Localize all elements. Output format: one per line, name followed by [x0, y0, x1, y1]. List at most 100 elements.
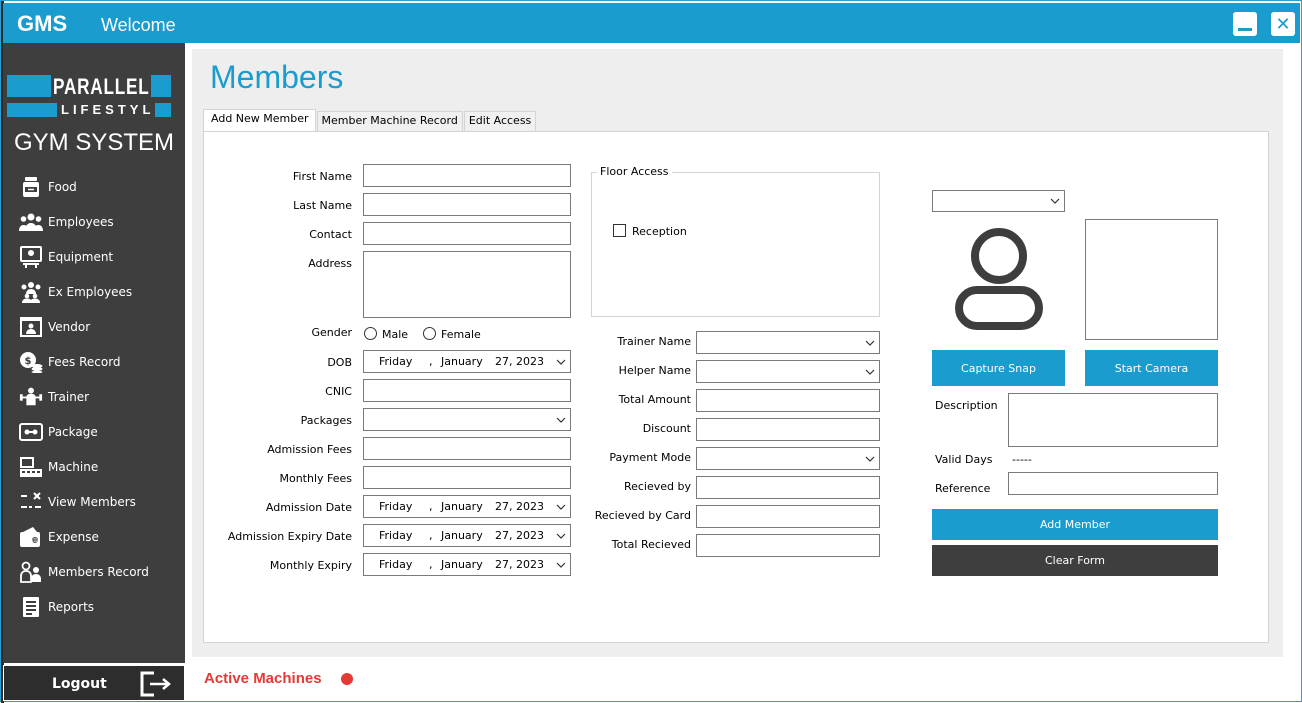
reception-checkbox[interactable] — [613, 224, 626, 237]
svg-text:@: @ — [32, 537, 38, 544]
logout-button[interactable]: Logout — [3, 665, 185, 701]
date-month: January — [441, 529, 483, 542]
photo-preview — [1085, 219, 1218, 340]
monthly-expiry-picker[interactable]: Friday , January 27, 2023 — [363, 553, 571, 576]
user-placeholder-icon — [949, 226, 1049, 332]
app-window: GMS Welcome ✕ PARALLEL LIFESTYLE GYM SYS… — [0, 0, 1302, 703]
date-day: Friday — [379, 558, 413, 571]
total-amount-input[interactable] — [696, 389, 880, 412]
gender-female-label: Female — [441, 328, 481, 341]
tab-add-new-member[interactable]: Add New Member — [203, 109, 316, 131]
recieved-by-card-input[interactable] — [696, 505, 880, 528]
dob-datepicker[interactable]: Friday , January 27, 2023 — [363, 350, 571, 373]
floor-access-group — [591, 172, 880, 317]
floor-access-title: Floor Access — [597, 165, 672, 178]
logout-label: Logout — [52, 676, 107, 692]
monthly-expiry-label: Monthly Expiry — [269, 559, 352, 572]
sidebar-item-label: Trainer — [48, 389, 90, 404]
last-name-input[interactable] — [363, 193, 571, 216]
sidebar-item-label: Reports — [48, 599, 95, 614]
contact-input[interactable] — [363, 222, 571, 245]
first-name-input[interactable] — [363, 164, 571, 187]
sidebar-item-label: Fees Record — [48, 354, 121, 369]
description-textarea[interactable] — [1008, 393, 1218, 447]
date-comma: , — [429, 529, 433, 542]
add-member-panel: First Name Last Name Contact Address Gen… — [203, 131, 1269, 643]
sidebar-item-package[interactable]: Package — [3, 414, 185, 449]
sidebar-item-label: Vendor — [48, 319, 91, 334]
ex-employees-icon — [19, 280, 43, 304]
reference-label: Reference — [935, 482, 991, 495]
vendor-icon — [19, 315, 43, 339]
capture-snap-button[interactable]: Capture Snap — [932, 350, 1065, 386]
sidebar-item-label: Equipment — [48, 249, 114, 264]
tab-edit-access[interactable]: Edit Access — [463, 111, 537, 131]
minimize-icon[interactable] — [1233, 12, 1257, 36]
admission-date-picker[interactable]: Friday , January 27, 2023 — [363, 495, 571, 518]
date-daynum-year: 27, 2023 — [495, 500, 544, 513]
reference-input[interactable] — [1008, 472, 1218, 495]
monthly-fees-input[interactable] — [363, 466, 571, 489]
gender-female-radio[interactable] — [423, 327, 436, 340]
gender-male-radio[interactable] — [364, 327, 377, 340]
total-recieved-input[interactable] — [696, 534, 880, 557]
packages-label: Packages — [300, 414, 352, 427]
date-day: Friday — [379, 355, 413, 368]
sidebar-item-label: Expense — [48, 529, 99, 544]
sidebar-item-equipment[interactable]: Equipment — [3, 239, 185, 274]
discount-input[interactable] — [696, 418, 880, 441]
packages-select[interactable] — [363, 408, 571, 431]
admission-fees-input[interactable] — [363, 437, 571, 460]
date-daynum-year: 27, 2023 — [495, 355, 544, 368]
total-recieved-label: Total Recieved — [611, 538, 691, 551]
sidebar-item-ex-employees[interactable]: Ex Employees — [3, 274, 185, 309]
sidebar-item-reports[interactable]: Reports — [3, 589, 185, 624]
sidebar-item-food[interactable]: Food — [3, 169, 185, 204]
logo-bottom-text: LIFESTYLE — [61, 102, 168, 117]
parallel-lifestyle-logo: PARALLEL LIFESTYLE — [7, 74, 171, 125]
sidebar-item-trainer[interactable]: Trainer — [3, 379, 185, 414]
chevron-down-icon — [865, 340, 875, 346]
wallet-icon: @ — [19, 525, 43, 549]
sidebar-item-expense[interactable]: @ Expense — [3, 519, 185, 554]
sidebar-item-employees[interactable]: Employees — [3, 204, 185, 239]
trainer-name-label: Trainer Name — [617, 335, 691, 348]
sidebar-item-label: View Members — [48, 494, 136, 509]
date-comma: , — [429, 558, 433, 571]
svg-text:$: $ — [25, 356, 32, 367]
helper-name-select[interactable] — [696, 360, 880, 383]
date-comma: , — [429, 500, 433, 513]
total-amount-label: Total Amount — [618, 393, 691, 406]
sidebar-item-machine[interactable]: Machine — [3, 449, 185, 484]
admission-expiry-date-picker[interactable]: Friday , January 27, 2023 — [363, 524, 571, 547]
sidebar-item-members-record[interactable]: Members Record — [3, 554, 185, 589]
valid-days-value: ----- — [1012, 453, 1032, 466]
trainer-name-select[interactable] — [696, 331, 880, 354]
recieved-by-input[interactable] — [696, 476, 880, 499]
payment-mode-select[interactable] — [696, 447, 880, 470]
system-name: GYM SYSTEM — [14, 129, 175, 156]
sidebar-item-view-members[interactable]: View Members — [3, 484, 185, 519]
sidebar-item-vendor[interactable]: Vendor — [3, 309, 185, 344]
app-name: GMS — [17, 11, 68, 36]
welcome-text: Welcome — [101, 15, 176, 35]
cnic-input[interactable] — [363, 379, 571, 402]
close-icon[interactable]: ✕ — [1271, 12, 1295, 36]
cnic-label: CNIC — [325, 385, 352, 398]
page-title: Members — [210, 59, 344, 95]
add-member-button[interactable]: Add Member — [932, 509, 1218, 540]
gender-male-label: Male — [382, 328, 409, 341]
camera-select[interactable] — [932, 190, 1065, 212]
address-label: Address — [308, 257, 352, 270]
address-textarea[interactable] — [363, 251, 571, 318]
date-day: Friday — [379, 500, 413, 513]
contact-label: Contact — [309, 228, 352, 241]
chevron-down-icon — [556, 533, 566, 539]
employees-group-icon — [19, 210, 43, 234]
sidebar-item-fees-record[interactable]: $ Fees Record — [3, 344, 185, 379]
machine-icon — [19, 455, 43, 479]
start-camera-button[interactable]: Start Camera — [1085, 350, 1218, 386]
gender-label: Gender — [311, 326, 352, 339]
clear-form-button[interactable]: Clear Form — [932, 545, 1218, 576]
tab-member-machine-record[interactable]: Member Machine Record — [316, 111, 463, 131]
